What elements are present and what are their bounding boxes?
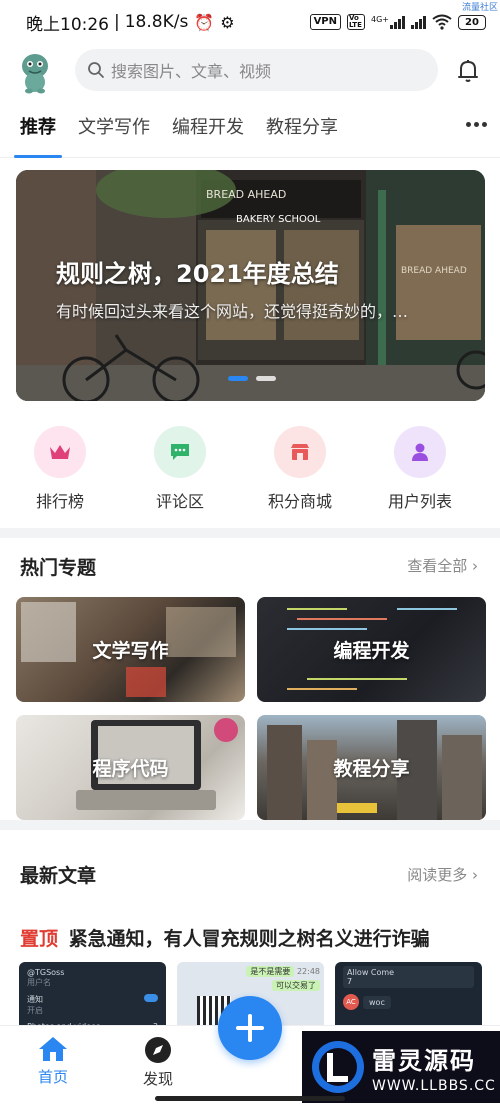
quick-ranking[interactable]: 排行榜: [0, 426, 120, 516]
banner-carousel[interactable]: BREAD AHEAD BAKERY SCHOOL BREAD AHEAD 规则…: [16, 170, 485, 401]
comment-icon: [154, 426, 206, 478]
signal-icon-2: [411, 15, 426, 29]
watermark: 雷灵源码 WWW.LLBBS.CC: [302, 1031, 500, 1103]
tab-discover[interactable]: 发现: [118, 1036, 198, 1089]
topic-card-code[interactable]: 程序代码: [16, 715, 245, 820]
hot-topics-section: 热门专题 查看全部 › 文学写作 编程开发 程序代码 教程分享: [0, 538, 500, 820]
tab-home[interactable]: 首页: [13, 1036, 93, 1087]
pinned-tag: 置顶: [20, 928, 59, 950]
view-all-link[interactable]: 查看全部 ›: [407, 555, 478, 576]
carousel-indicator: [228, 376, 276, 381]
section-title: 热门专题: [20, 557, 97, 579]
banner-subtitle: 有时候回过头来看这个网站，还觉得挺奇妙的，…: [56, 302, 409, 321]
section-title: 最新文章: [20, 865, 97, 887]
app-screen: 晚上10:26 | 18.8K/s ⏰ ⚙ VPN Vo LTE 4G+ 20 …: [0, 0, 500, 1111]
chevron-right-icon: ›: [467, 866, 478, 884]
toggle-icon: [144, 994, 158, 1002]
feed-top: BREAD AHEAD BAKERY SCHOOL BREAD AHEAD 规则…: [0, 158, 500, 528]
banner-title: 规则之树，2021年度总结: [56, 260, 339, 288]
home-icon: [39, 1037, 67, 1061]
quick-comments[interactable]: 评论区: [120, 426, 240, 516]
tab-literature[interactable]: 文学写作: [78, 98, 150, 158]
search-bar[interactable]: 搜索图片、文章、视频: [75, 49, 438, 91]
topic-card-label: 程序代码: [92, 758, 169, 780]
status-time: 晚上10:26: [26, 14, 109, 35]
compass-icon: [145, 1037, 171, 1063]
top-header: 搜索图片、文章、视频: [0, 44, 500, 98]
tab-recommend[interactable]: 推荐: [14, 98, 62, 158]
battery-icon: 20: [458, 14, 486, 30]
svg-text:BREAD AHEAD: BREAD AHEAD: [206, 188, 286, 201]
wifi-icon: [432, 14, 452, 30]
network-speed: 18.8K/s: [124, 12, 189, 32]
topic-card-tutorial[interactable]: 教程分享: [257, 715, 486, 820]
svg-text:BAKERY SCHOOL: BAKERY SCHOOL: [236, 214, 321, 225]
status-bar: 晚上10:26 | 18.8K/s ⏰ ⚙ VPN Vo LTE 4G+ 20 …: [0, 0, 500, 44]
topic-card-programming[interactable]: 编程开发: [257, 597, 486, 702]
svg-text:BREAD AHEAD: BREAD AHEAD: [401, 266, 467, 276]
watermark-logo-icon: [312, 1041, 364, 1093]
article-thumbnail-1[interactable]: @TGSoss 用户名 通知 开启 Photos and videos3: [19, 962, 166, 1032]
dinosaur-avatar-icon: [22, 54, 48, 94]
topic-card-label: 编程开发: [333, 640, 410, 662]
home-indicator: [155, 1096, 345, 1101]
plus-icon: [236, 1014, 264, 1042]
avatar: AC: [343, 994, 359, 1010]
quick-entries: 排行榜 评论区 积分商城 用户列表: [0, 426, 500, 516]
vpn-badge: VPN: [309, 14, 341, 30]
topic-card-label: 教程分享: [333, 758, 410, 780]
topic-card-label: 文学写作: [92, 640, 169, 662]
bell-icon[interactable]: [456, 58, 480, 84]
volte-badge: Vo LTE: [347, 14, 365, 30]
tab-programming[interactable]: 编程开发: [172, 98, 244, 158]
crown-icon: [34, 426, 86, 478]
quick-shop[interactable]: 积分商城: [240, 426, 360, 516]
add-post-button[interactable]: [218, 996, 282, 1060]
signal-icon: 4G+: [371, 15, 405, 29]
topic-card-literature[interactable]: 文学写作: [16, 597, 245, 702]
more-icon[interactable]: [466, 122, 487, 127]
corner-tag: 流量社区: [461, 3, 498, 13]
chevron-right-icon: ›: [467, 557, 478, 575]
pinned-article-title[interactable]: 置顶 紧急通知，有人冒充规则之树名义进行诈骗: [20, 924, 430, 951]
user-icon: [394, 426, 446, 478]
category-tabs: 推荐 文学写作 编程开发 教程分享: [0, 98, 500, 158]
article-thumbnail-3[interactable]: Allow Come 7 AC woc: [335, 962, 482, 1032]
gear-icon: ⚙: [220, 12, 235, 32]
read-more-link[interactable]: 阅读更多 ›: [407, 864, 478, 885]
shop-icon: [274, 426, 326, 478]
quick-users[interactable]: 用户列表: [360, 426, 480, 516]
avatar[interactable]: [15, 50, 55, 94]
article-headline: 紧急通知，有人冒充规则之树名义进行诈骗: [68, 928, 430, 950]
search-placeholder: 搜索图片、文章、视频: [111, 62, 272, 81]
alarm-icon: ⏰: [194, 12, 215, 32]
tab-tutorial[interactable]: 教程分享: [266, 98, 338, 158]
search-icon: [88, 62, 104, 78]
